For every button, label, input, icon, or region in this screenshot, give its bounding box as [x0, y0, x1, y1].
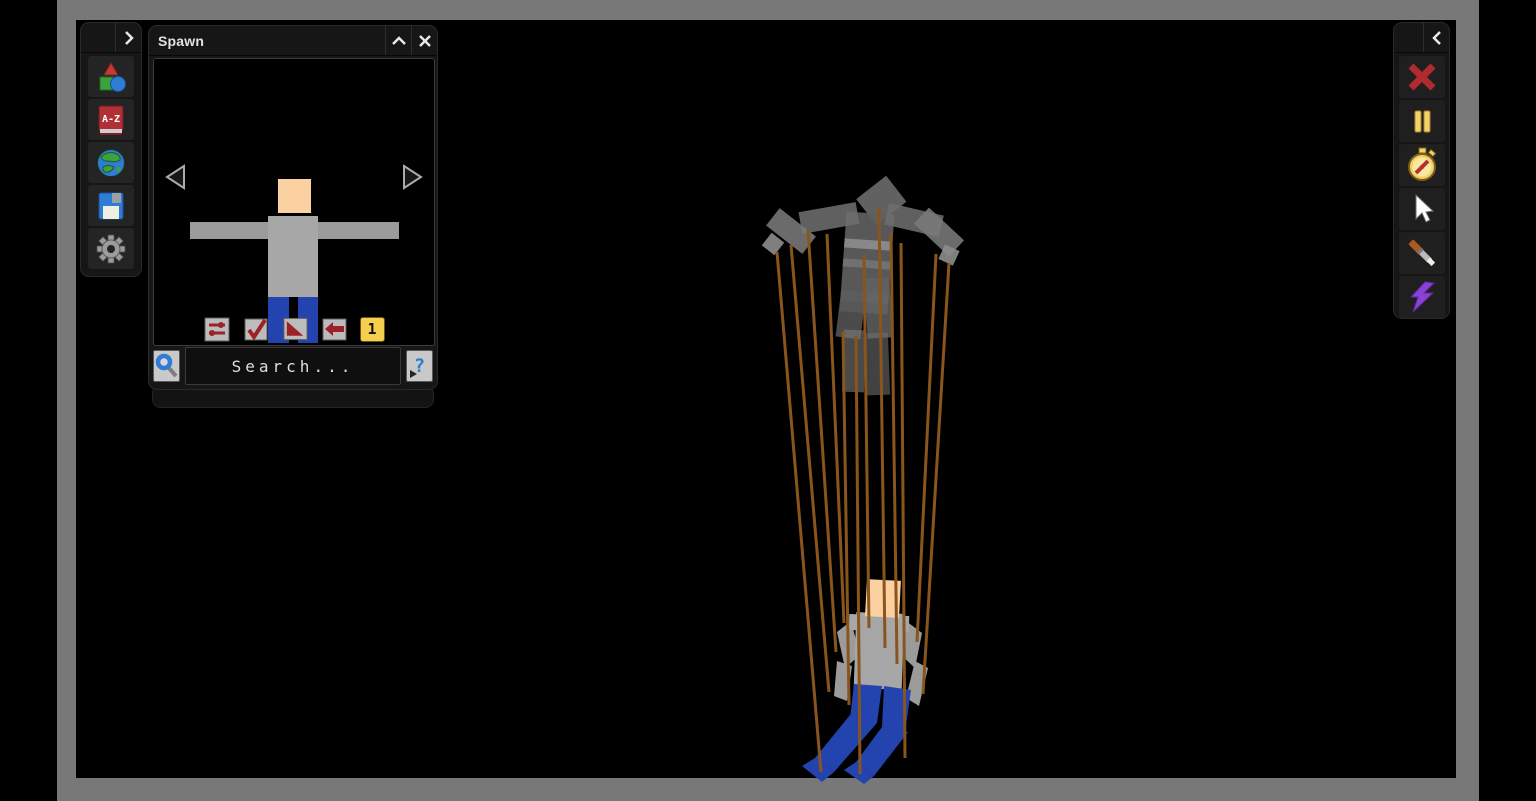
help-button[interactable]: ? — [406, 350, 433, 382]
scalpel-icon — [1408, 239, 1435, 267]
delete-x-icon — [1408, 63, 1435, 91]
human-preview — [190, 179, 399, 343]
pause-icon — [1414, 110, 1430, 133]
item-properties-button[interactable] — [204, 316, 231, 342]
spawn-flag-button[interactable] — [282, 316, 309, 342]
dictionary-icon: A-Z — [98, 105, 124, 135]
spawn-item-preview[interactable]: 1 — [153, 58, 435, 346]
tool-shock[interactable] — [1398, 276, 1445, 318]
sidebar-item-shapes[interactable] — [88, 56, 134, 97]
right-toolbar-header — [1394, 23, 1449, 53]
confirm-button[interactable] — [243, 316, 270, 342]
spawn-options-row: 1 — [154, 316, 434, 342]
left-toolbar: A-Z — [80, 22, 142, 277]
undo-button[interactable] — [321, 316, 348, 342]
sidebar-item-dictionary[interactable]: A-Z — [88, 99, 134, 140]
tool-slow-motion[interactable] — [1398, 144, 1445, 186]
gear-icon — [96, 234, 126, 263]
previous-item-button[interactable] — [163, 163, 187, 191]
dictionary-icon-label: A-Z — [102, 114, 120, 125]
cursor-arrow-mini-icon — [410, 370, 417, 378]
expand-toolbar-button[interactable] — [115, 23, 141, 52]
sidebar-item-world[interactable] — [88, 142, 134, 183]
spawn-count-badge[interactable]: 1 — [359, 316, 385, 342]
sidebar-item-settings[interactable] — [88, 228, 134, 269]
left-toolbar-header — [81, 23, 141, 53]
flag-icon — [282, 317, 308, 341]
lightning-icon — [1409, 281, 1435, 313]
right-toolbar — [1393, 22, 1450, 319]
search-icon — [155, 353, 177, 378]
next-item-button[interactable] — [401, 163, 425, 191]
chevron-up-icon — [391, 35, 406, 45]
stopwatch-icon — [1407, 147, 1436, 181]
tool-drag[interactable] — [1398, 188, 1445, 230]
close-window-button[interactable] — [411, 26, 437, 55]
arrow-right-icon — [403, 164, 423, 190]
tool-pause[interactable] — [1398, 100, 1445, 142]
collapse-window-button[interactable] — [385, 26, 411, 55]
search-row: ? — [151, 346, 435, 386]
save-icon — [98, 192, 124, 219]
tool-delete[interactable] — [1398, 56, 1445, 98]
sidebar-item-save[interactable] — [88, 185, 134, 226]
shapes-icon — [99, 61, 126, 92]
sliders-icon — [204, 317, 230, 341]
collapse-toolbar-button[interactable] — [1423, 23, 1449, 52]
spawn-window-header: Spawn — [149, 26, 437, 56]
tool-scalpel[interactable] — [1398, 232, 1445, 274]
spawn-window: Spawn 1 Search... ? — [148, 25, 438, 390]
search-button[interactable] — [153, 350, 180, 382]
cursor-icon — [1415, 193, 1434, 223]
search-input[interactable] — [185, 347, 401, 385]
checkmark-icon — [244, 318, 267, 341]
arrow-back-icon — [322, 318, 346, 340]
chevron-left-icon — [1431, 30, 1441, 45]
window-title: Spawn — [158, 32, 205, 49]
close-icon — [418, 34, 431, 47]
arrow-left-icon — [165, 164, 185, 190]
chevron-right-icon — [124, 30, 134, 45]
world-icon — [97, 148, 125, 177]
